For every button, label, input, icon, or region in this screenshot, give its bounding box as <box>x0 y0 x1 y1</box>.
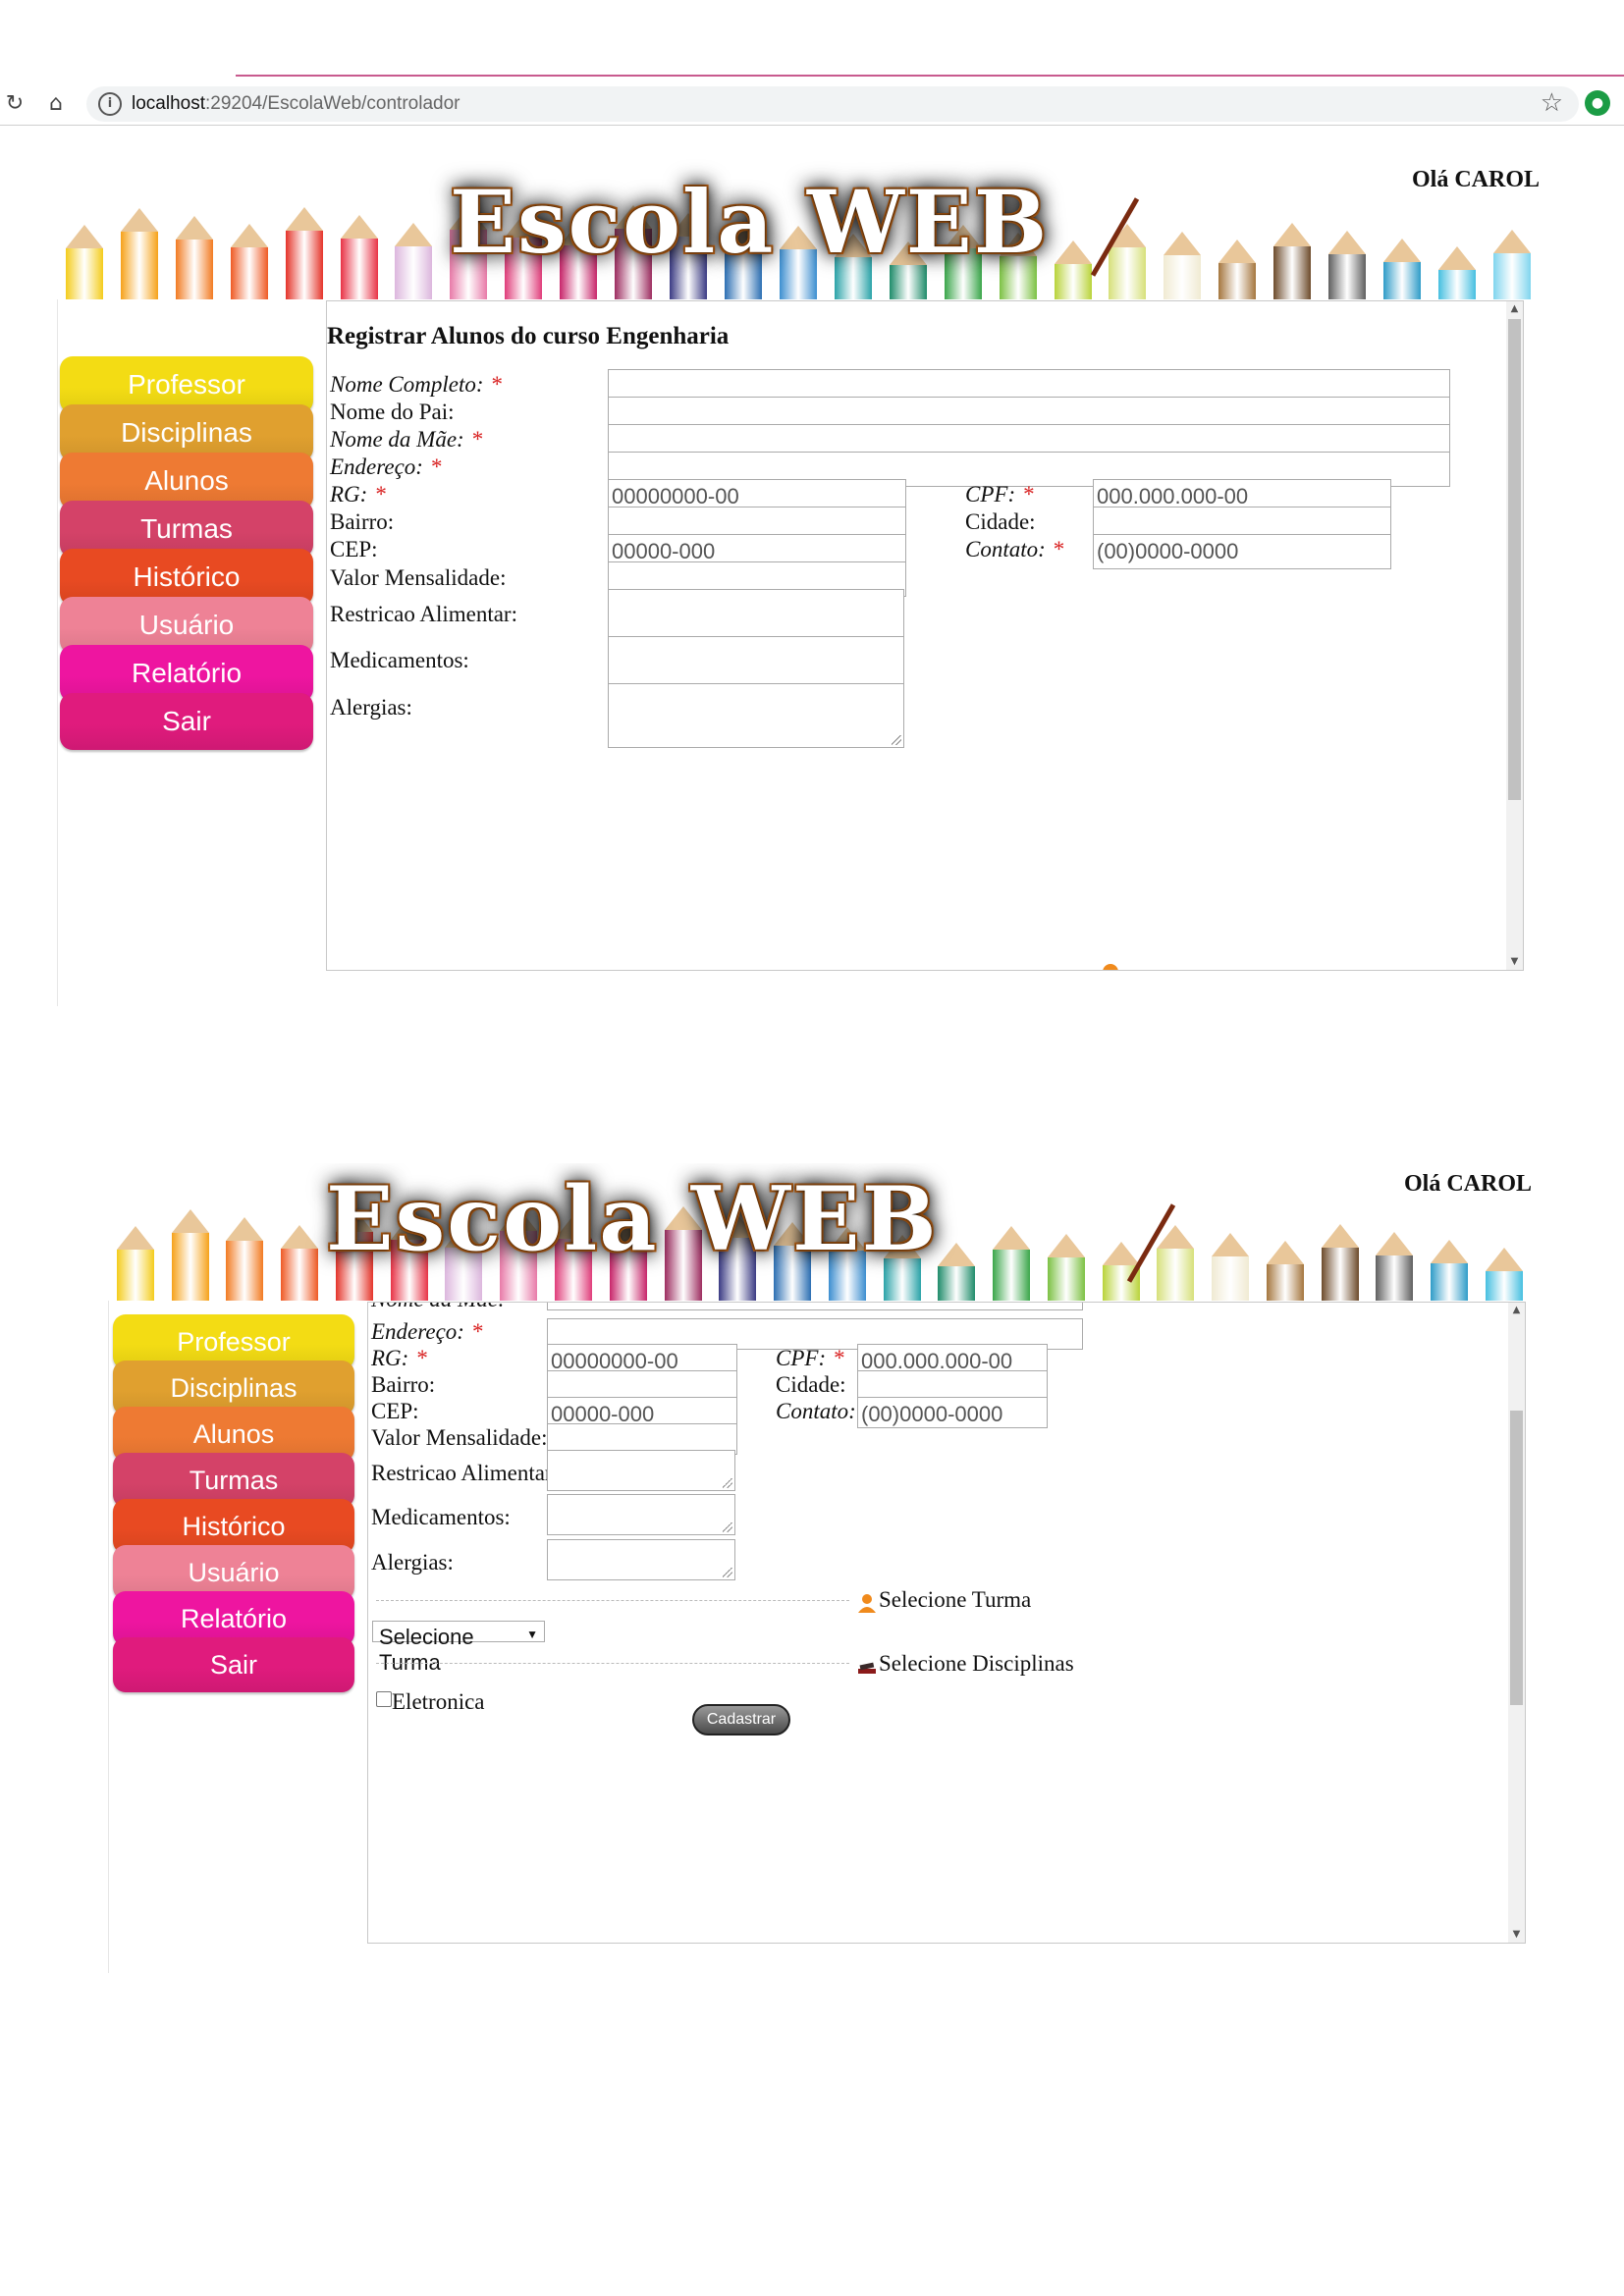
reload-icon[interactable]: ↻ <box>2 90 27 116</box>
star-icon[interactable]: ☆ <box>1541 88 1563 118</box>
label-alergias: Alergias: <box>330 695 412 720</box>
menu-sair-button[interactable]: Sair <box>60 693 313 750</box>
label-bairro: Bairro: <box>371 1372 436 1397</box>
scrollbar-thumb[interactable] <box>1508 319 1521 800</box>
label-alergias: Alergias: <box>371 1550 454 1575</box>
content-frame[interactable]: Registrar Alunos do curso Engenharia Nom… <box>326 300 1524 971</box>
alergias-textarea[interactable] <box>608 683 904 748</box>
restricao-alimentar-textarea[interactable] <box>547 1450 735 1491</box>
label-contato: Contato:* <box>965 537 1065 561</box>
label-valor-mensalidade: Valor Mensalidade: <box>330 565 507 590</box>
user-greeting: Olá CAROL <box>1403 1171 1532 1197</box>
label-cidade: Cidade: <box>965 509 1036 534</box>
label-bairro: Bairro: <box>330 509 395 534</box>
scrollbar-thumb[interactable] <box>1510 1411 1523 1705</box>
label-rg: RG: * <box>371 1346 428 1370</box>
form-title: Registrar Alunos do curso Engenharia <box>327 323 730 349</box>
label-cep: CEP: <box>330 537 378 561</box>
label-restricao-alimentar: Restricao Alimentar: <box>371 1461 559 1485</box>
scrollbar[interactable]: ▲ ▼ <box>1506 301 1523 970</box>
turma-select[interactable]: Selecione Turma ▼ <box>372 1621 545 1675</box>
label-medicamentos: Medicamentos: <box>330 648 469 672</box>
user-icon <box>1103 964 1118 970</box>
scroll-down-icon[interactable]: ▼ <box>1506 954 1523 970</box>
label-cpf: CPF: * <box>965 482 1035 507</box>
menu-sair-button[interactable]: Sair <box>113 1637 354 1692</box>
section-selecione-turma: Selecione Turma <box>857 1587 1031 1613</box>
label-nome-pai: Nome do Pai: <box>330 400 455 424</box>
label-endereco: Endereço: * <box>330 454 443 479</box>
label-cep: CEP: <box>371 1399 419 1423</box>
site-logo: Escola WEB <box>450 171 1050 273</box>
section-divider <box>376 1600 849 1601</box>
sidebar: Professor Disciplinas Alunos Turmas Históric… <box>57 299 317 1006</box>
page-view-top: Escola WEB Olá CAROL Professor Disciplina… <box>57 157 1540 1006</box>
eletronica-checkbox[interactable] <box>376 1691 392 1707</box>
banner: Escola WEB Olá CAROL <box>108 1163 1532 1301</box>
page-view-scrolled: Escola WEB Olá CAROL Professor Disciplina… <box>108 1163 1532 1973</box>
section-selecione-disciplinas: Selecione Disciplinas <box>857 1651 1074 1677</box>
info-icon[interactable]: i <box>98 92 122 116</box>
label-eletronica: Eletronica <box>392 1689 485 1714</box>
label-restricao-alimentar: Restricao Alimentar: <box>330 602 517 626</box>
contato-input[interactable]: (00)0000-0000 <box>1093 534 1391 569</box>
scrollbar[interactable]: ▲ ▼ <box>1508 1303 1525 1943</box>
alergias-textarea[interactable] <box>547 1539 735 1580</box>
label-nome-mae: Nome da Mãe: * <box>330 427 484 452</box>
section-divider <box>376 1663 849 1664</box>
extension-icon[interactable]: ● <box>1585 90 1610 116</box>
label-medicamentos: Medicamentos: <box>371 1505 511 1529</box>
chevron-down-icon: ▼ <box>526 1628 538 1641</box>
label-valor-mensalidade: Valor Mensalidade: <box>371 1425 548 1450</box>
label-cidade: Cidade: <box>776 1372 846 1397</box>
browser-toolbar: ↻ ⌂ i localhost:29204/EscolaWeb/controla… <box>0 82 1624 126</box>
contato-input[interactable]: (00)0000-0000 <box>857 1397 1048 1428</box>
user-icon <box>858 1594 876 1613</box>
label-nome-mae: Nome da Mãe: <box>371 1303 506 1312</box>
content-frame[interactable]: Nome da Mãe: Endereço:* RG:* 00000000-00… <box>367 1302 1526 1944</box>
site-logo: Escola WEB <box>326 1167 939 1271</box>
loading-accent-line <box>236 75 1624 77</box>
scroll-down-icon[interactable]: ▼ <box>1508 1927 1525 1943</box>
nome-mae-input[interactable] <box>547 1303 1083 1310</box>
label-cpf: CPF: * <box>776 1346 845 1370</box>
label-rg: RG: * <box>330 482 387 507</box>
address-bar[interactable]: i localhost:29204/EscolaWeb/controlador … <box>86 86 1579 122</box>
scroll-up-icon[interactable]: ▲ <box>1506 301 1523 317</box>
url-text: localhost:29204/EscolaWeb/controlador <box>132 93 460 114</box>
label-nome-completo: Nome Completo: * <box>330 372 504 397</box>
cadastrar-button[interactable]: Cadastrar <box>692 1704 790 1735</box>
label-endereco: Endereço: * <box>371 1319 484 1344</box>
user-greeting: Olá CAROL <box>1411 167 1540 192</box>
medicamentos-textarea[interactable] <box>547 1494 735 1535</box>
scroll-up-icon[interactable]: ▲ <box>1508 1303 1525 1318</box>
books-icon <box>858 1662 876 1674</box>
sidebar: Professor Disciplinas Alunos Turmas Históric… <box>108 1301 358 1973</box>
home-icon[interactable]: ⌂ <box>43 90 69 116</box>
banner: Escola WEB Olá CAROL <box>57 157 1540 299</box>
